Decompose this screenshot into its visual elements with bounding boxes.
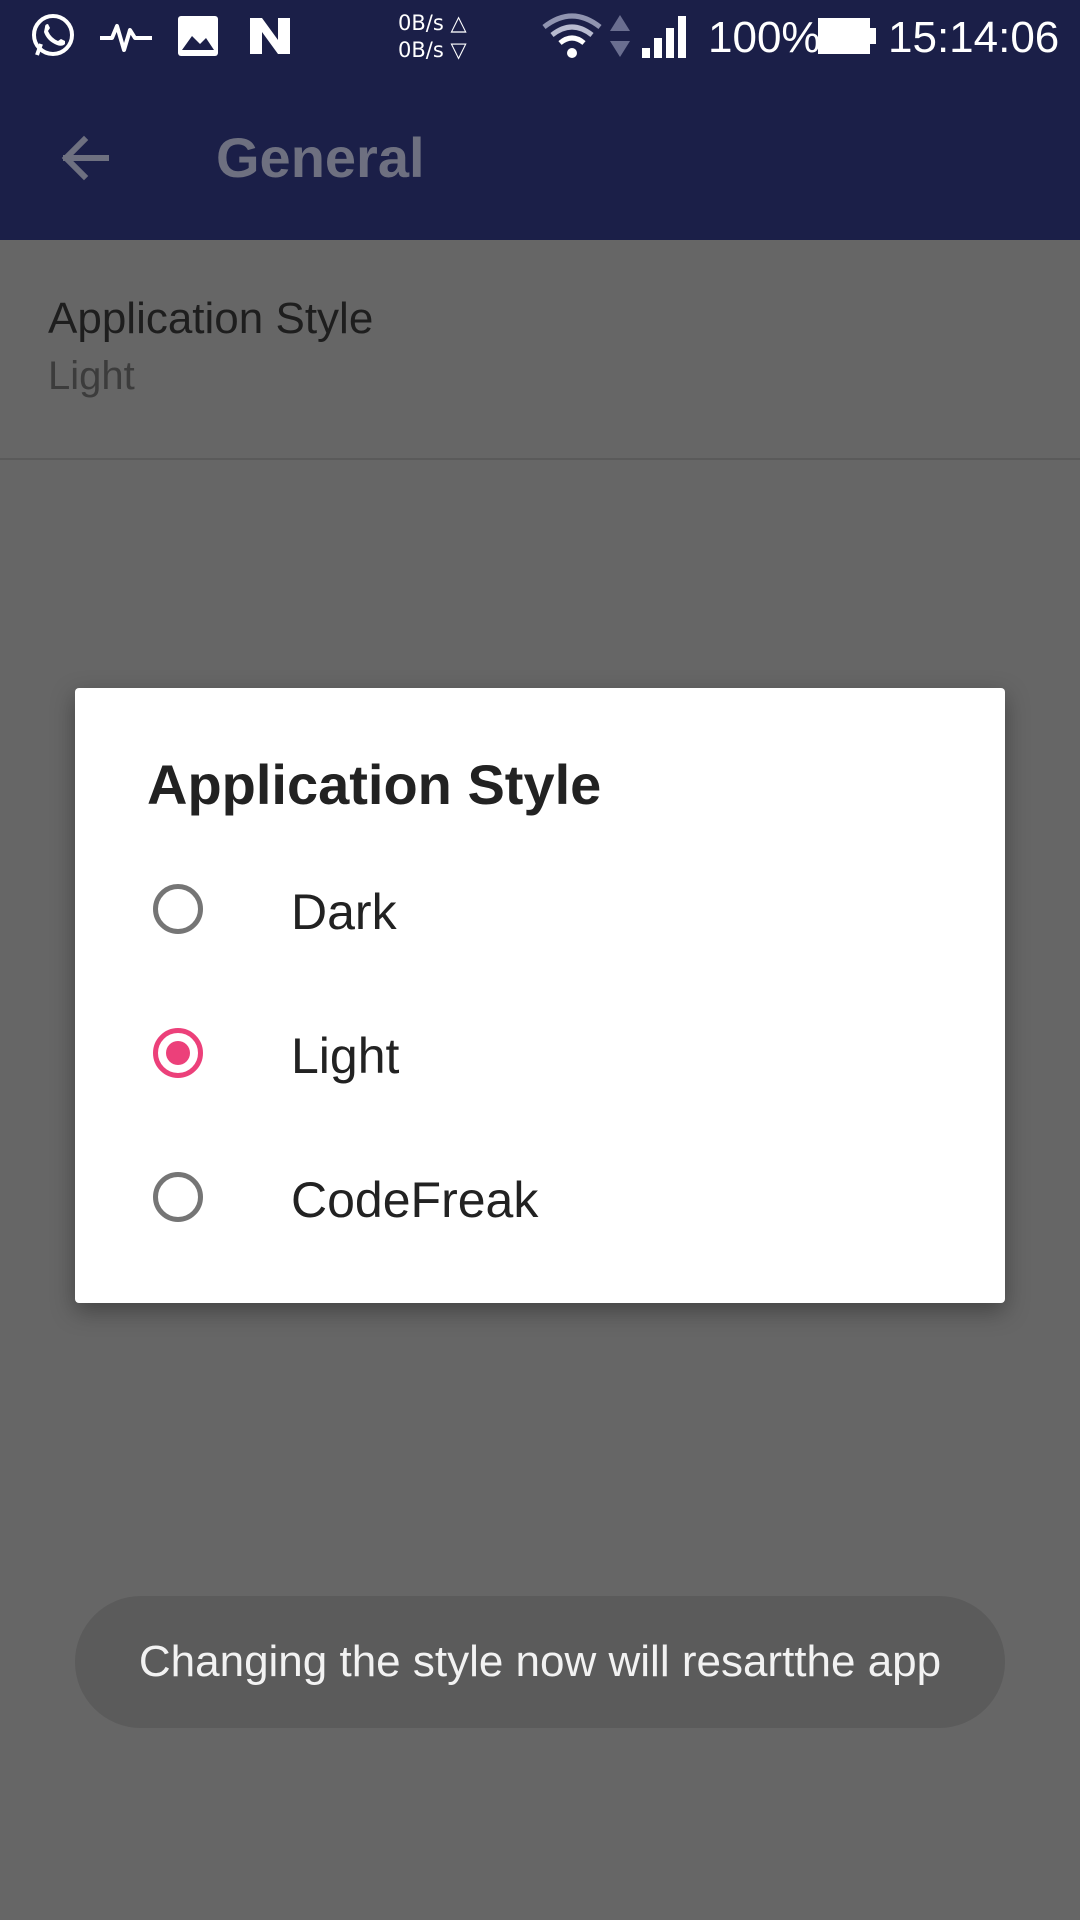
- signal-icon: [640, 0, 692, 72]
- back-button[interactable]: [48, 122, 120, 194]
- radio-button[interactable]: [153, 884, 203, 934]
- dialog-title: Application Style: [147, 753, 602, 816]
- preference-application-style[interactable]: Application Style Light: [0, 240, 1080, 460]
- whatsapp-icon: [28, 0, 78, 72]
- upload-speed: 0B/s △: [398, 11, 467, 35]
- wifi-icon: [542, 0, 602, 72]
- network-speed: 0B/s △ 0B/s ▽: [398, 10, 478, 64]
- toast-message: Changing the style now will resartthe ap…: [138, 1637, 942, 1686]
- data-arrows-icon: [608, 0, 632, 72]
- option-label: Dark: [291, 884, 397, 940]
- arrow-back-icon: [61, 135, 109, 181]
- status-bar: 0B/s △ 0B/s ▽ 100% 15:14:06: [0, 0, 1080, 72]
- activity-icon: [98, 0, 154, 72]
- option-dark[interactable]: Dark: [75, 840, 1005, 984]
- gallery-icon: [176, 0, 220, 72]
- option-label: CodeFreak: [291, 1172, 539, 1228]
- clock: 15:14:06: [888, 13, 1060, 62]
- toast: Changing the style now will resartthe ap…: [75, 1596, 1005, 1728]
- preference-summary: Light: [48, 354, 135, 398]
- option-light[interactable]: Light: [75, 984, 1005, 1128]
- radio-button-checked[interactable]: [153, 1028, 203, 1078]
- battery-icon: [816, 0, 878, 72]
- n-app-icon: [246, 0, 294, 72]
- app-bar: General: [0, 72, 1080, 240]
- application-style-dialog: Application Style Dark Light CodeFreak: [75, 688, 1005, 1303]
- option-codefreak[interactable]: CodeFreak: [75, 1128, 1005, 1272]
- battery-percent: 100%: [708, 13, 821, 62]
- preference-title: Application Style: [48, 294, 374, 343]
- download-speed: 0B/s ▽: [398, 38, 467, 62]
- option-label: Light: [291, 1028, 400, 1084]
- page-title: General: [216, 126, 425, 189]
- radio-button[interactable]: [153, 1172, 203, 1222]
